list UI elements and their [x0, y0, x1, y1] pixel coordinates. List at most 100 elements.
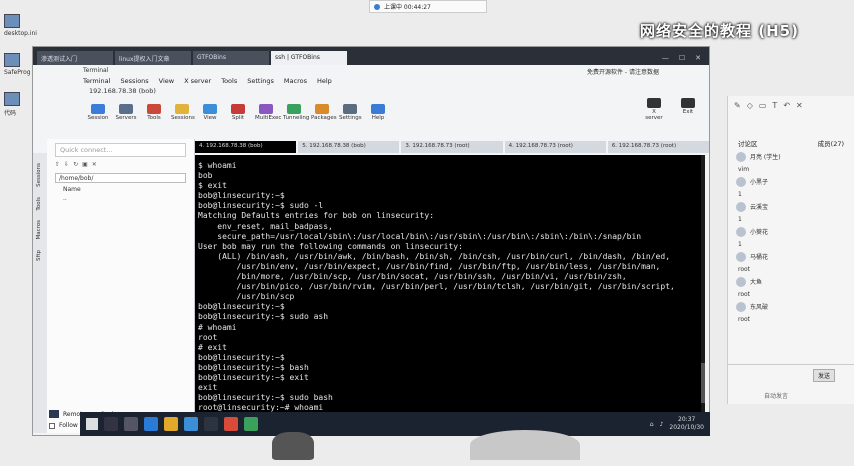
edge-icon[interactable]	[144, 417, 158, 431]
sidebar-tab-sftp[interactable]: Sftp	[36, 250, 42, 261]
chat-author: 小葵花	[750, 229, 769, 236]
sftp-panel: Quick connect... ⇧ ⇩ ↻ ▣ ✕ /home/bob/ Na…	[47, 139, 195, 433]
packages-button[interactable]: Packages	[311, 104, 337, 121]
quick-connect-input[interactable]: Quick connect...	[55, 143, 186, 157]
browser-tab[interactable]: linux提权入门文章	[115, 51, 191, 65]
browser-tab-active[interactable]: ssh | GTFOBins	[271, 51, 347, 65]
file-row-parent[interactable]: ..	[47, 194, 194, 203]
session-tab[interactable]: 4. 192.168.78.73 (root)	[504, 141, 606, 153]
checkbox[interactable]	[49, 422, 55, 429]
close-icon[interactable]: ✕	[695, 54, 701, 62]
path-input[interactable]: /home/bob/	[55, 173, 186, 183]
search-icon[interactable]	[104, 417, 118, 431]
menu-tools[interactable]: Tools	[221, 77, 237, 87]
sidebar-tab-tools[interactable]: Tools	[36, 197, 42, 211]
toolbar: Session Servers Tools Sessions View Spli…	[33, 97, 709, 121]
servers-button[interactable]: Servers	[115, 104, 137, 121]
send-button[interactable]: 发送	[812, 369, 835, 382]
menu-terminal[interactable]: Terminal	[83, 77, 110, 87]
app-icon[interactable]	[184, 417, 198, 431]
text-icon[interactable]: T	[772, 101, 777, 110]
chat-input-area[interactable]: 发送 自动发言	[728, 364, 854, 404]
session-tab[interactable]: 6. 192.168.78.73 (root)	[607, 141, 710, 153]
terminal-line: bob@linsecurity:~$ sudo -l	[198, 201, 324, 211]
rect-icon[interactable]: ▭	[759, 101, 767, 110]
delete-icon[interactable]: ✕	[92, 161, 97, 171]
terminal-output[interactable]: $ whoami bob $ exit bob@linsecurity:~$ bob@l…	[195, 155, 705, 417]
menu-view[interactable]: View	[159, 77, 174, 87]
maximize-icon[interactable]: ☐	[679, 54, 685, 62]
upload-icon[interactable]: ⇧	[55, 161, 60, 171]
help-button[interactable]: Help	[367, 104, 389, 121]
desktop-icon-file[interactable]: desktop.ini	[4, 14, 40, 37]
session-button[interactable]: Session	[87, 104, 109, 121]
tunneling-button[interactable]: Tunneling	[283, 104, 309, 121]
new-folder-icon[interactable]: ▣	[82, 161, 88, 171]
refresh-icon[interactable]: ↻	[73, 161, 78, 171]
chat-footer: 自动发言	[764, 393, 789, 400]
terminal-line: $ exit	[198, 181, 227, 191]
menu-sessions[interactable]: Sessions	[120, 77, 148, 87]
sidebar-tab-macros[interactable]: Macros	[36, 220, 42, 240]
xserver-button[interactable]: X server	[643, 98, 665, 121]
help-icon	[371, 104, 385, 114]
menubar: Terminal Sessions View X server Tools Se…	[33, 77, 709, 87]
session-tab[interactable]: 5. 192.168.78.38 (bob)	[298, 141, 400, 153]
sidebar-tab-sessions[interactable]: Sessions	[36, 163, 42, 187]
tab-members[interactable]: 成员(27)	[818, 138, 844, 148]
session-tab[interactable]: 3. 192.168.78.73 (root)	[401, 141, 503, 153]
settings-button[interactable]: Settings	[339, 104, 362, 121]
close-icon[interactable]: ✕	[796, 101, 803, 110]
mascot-figure	[470, 430, 580, 460]
sessions-button[interactable]: Sessions	[171, 104, 195, 121]
terminal-line: /usr/bin/scp	[198, 292, 295, 302]
download-icon[interactable]: ⇩	[64, 161, 69, 171]
menu-settings[interactable]: Settings	[247, 77, 274, 87]
shape-icon[interactable]: ◇	[747, 101, 753, 110]
minimize-icon[interactable]: —	[662, 54, 669, 62]
view-button[interactable]: View	[199, 104, 221, 121]
chat-author: 大鱼	[750, 279, 763, 286]
scroll-thumb[interactable]	[701, 363, 705, 403]
main-window: 渗透测试入门 linux提权入门文章 GTFOBins ssh | GTFOBi…	[32, 46, 710, 436]
terminal-line: exit	[198, 383, 218, 393]
file-header: Name	[63, 186, 81, 193]
terminal-line: User bob may run the following commands …	[198, 241, 463, 251]
volume-icon[interactable]: ♪	[660, 421, 664, 428]
tools-button[interactable]: Tools	[143, 104, 165, 121]
multiexec-button[interactable]: MultiExec	[255, 104, 281, 121]
network-icon[interactable]: ⌂	[650, 421, 654, 428]
clock[interactable]: 20:37 2020/10/30	[669, 416, 704, 432]
app-icon[interactable]	[224, 417, 238, 431]
taskview-icon[interactable]	[124, 417, 138, 431]
chat-message: 小黑子 1	[728, 175, 854, 200]
menu-help[interactable]: Help	[317, 77, 332, 87]
live-status-bar[interactable]: 上课中 00:44:27	[369, 0, 487, 13]
file-icon	[4, 14, 20, 28]
terminal-scrollbar[interactable]	[701, 155, 705, 417]
system-tray: ⌂ ♪ 20:37 2020/10/30	[650, 416, 704, 432]
watermark: 网络安全的教程 (H5)	[640, 22, 799, 40]
app-icon[interactable]	[244, 417, 258, 431]
browser-tab[interactable]: GTFOBins	[193, 51, 269, 65]
exit-button[interactable]: Exit	[677, 98, 699, 121]
menu-xserver[interactable]: X server	[184, 77, 211, 87]
pen-icon[interactable]: ✎	[734, 101, 741, 110]
explorer-icon[interactable]	[164, 417, 178, 431]
tab-discussion[interactable]: 讨论区	[738, 138, 758, 148]
chat-author: 小黑子	[750, 179, 769, 186]
terminal-app-icon[interactable]	[204, 417, 218, 431]
windows-start-icon[interactable]	[86, 418, 98, 430]
chat-message: 大鱼 root	[728, 275, 854, 300]
split-button[interactable]: Split	[227, 104, 249, 121]
toolbar-right: X server Exit	[643, 98, 709, 121]
session-tab[interactable]: 4. 192.168.78.38 (bob)	[195, 141, 297, 153]
mascot-figure	[272, 432, 314, 460]
terminal-line: /bin/more, /usr/bin/scp, /usr/bin/socat,…	[198, 272, 627, 282]
undo-icon[interactable]: ↶	[783, 101, 790, 110]
menu-macros[interactable]: Macros	[284, 77, 307, 87]
browser-tab[interactable]: 渗透测试入门	[37, 51, 113, 65]
avatar	[736, 227, 746, 237]
mobaxterm-app: Terminal 免费开源软件 - 请注意数据 Terminal Session…	[33, 65, 710, 435]
packages-icon	[315, 104, 329, 114]
